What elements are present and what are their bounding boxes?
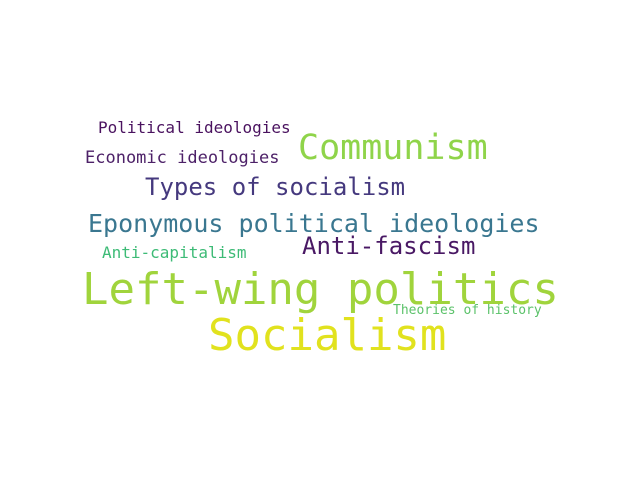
word-types-of-socialism: Types of socialism <box>145 173 406 201</box>
word-communism: Communism <box>298 128 488 168</box>
word-cloud: Left-wing politics Socialism Communism E… <box>0 0 640 480</box>
word-anti-capitalism: Anti-capitalism <box>102 243 247 262</box>
word-economic-ideologies: Economic ideologies <box>85 148 280 168</box>
word-anti-fascism: Anti-fascism <box>302 232 476 260</box>
word-socialism: Socialism <box>208 310 447 361</box>
word-political-ideologies: Political ideologies <box>98 118 291 137</box>
word-theories-of-history: Theories of history <box>393 303 542 318</box>
